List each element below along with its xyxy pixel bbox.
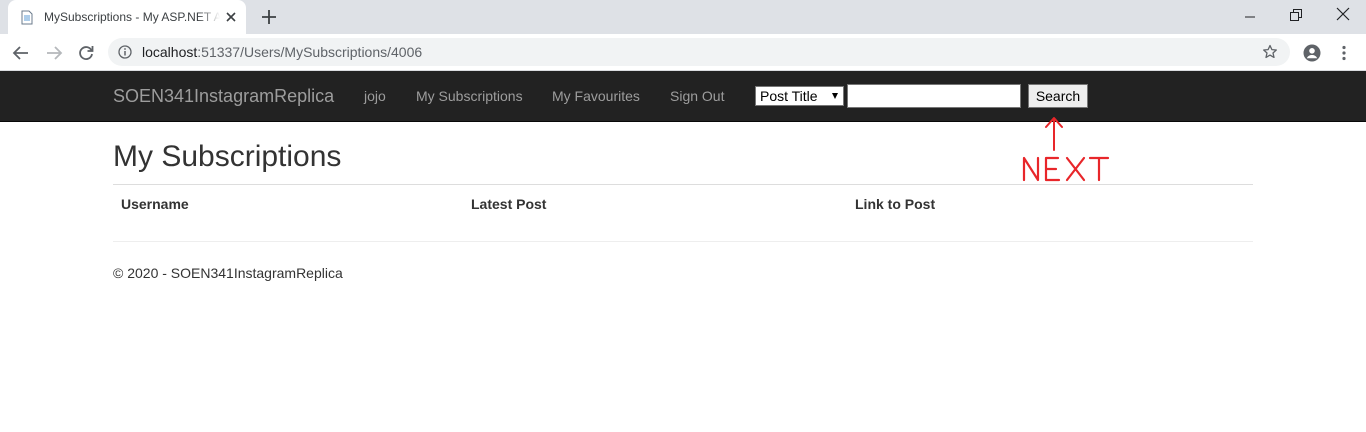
search-input[interactable] [847, 84, 1021, 108]
page-title: My Subscriptions [113, 140, 342, 173]
footer-copyright: © 2020 - SOEN341InstagramReplica [113, 265, 343, 281]
close-icon[interactable] [224, 10, 238, 24]
browser-toolbar: localhost:51337/Users/MySubscriptions/40… [0, 34, 1366, 71]
search-type-value: Post Title [760, 88, 818, 104]
search-button[interactable]: Search [1028, 84, 1088, 108]
page-icon [21, 10, 33, 25]
annotation-arrow-icon [1045, 117, 1063, 151]
column-header-username: Username [121, 196, 189, 212]
kebab-menu-icon[interactable] [1335, 44, 1353, 62]
account-icon[interactable] [1303, 44, 1321, 62]
footer-divider [113, 241, 1253, 242]
browser-tab[interactable]: MySubscriptions - My ASP.NET Application [8, 0, 246, 34]
address-bar[interactable]: localhost:51337/Users/MySubscriptions/40… [108, 38, 1290, 66]
restore-icon[interactable] [1289, 8, 1303, 22]
url-text: localhost:51337/Users/MySubscriptions/40… [142, 44, 422, 60]
info-icon[interactable] [118, 45, 132, 59]
url-host: localhost [142, 44, 198, 60]
nav-link-user[interactable]: jojo [364, 88, 386, 104]
plus-icon[interactable] [260, 8, 278, 26]
reload-icon[interactable] [77, 44, 95, 62]
nav-link-my-favourites[interactable]: My Favourites [552, 88, 640, 104]
tab-title: MySubscriptions - My ASP.NET Application [44, 10, 220, 24]
search-type-select[interactable]: Post Title [755, 86, 844, 106]
browser-tabstrip: MySubscriptions - My ASP.NET Application [0, 0, 1366, 34]
minimize-icon[interactable] [1243, 10, 1257, 24]
back-icon[interactable] [12, 44, 30, 62]
url-path: :51337/Users/MySubscriptions/4006 [197, 44, 423, 60]
site-brand[interactable]: SOEN341InstagramReplica [113, 86, 334, 107]
window-close-icon[interactable] [1336, 7, 1350, 21]
forward-icon[interactable] [45, 44, 63, 62]
star-icon[interactable] [1262, 44, 1278, 60]
column-header-link-to-post: Link to Post [855, 196, 936, 212]
chevron-down-icon [832, 93, 838, 99]
annotation-next-label [1022, 156, 1110, 182]
table-top-border [113, 184, 1253, 185]
site-navbar: SOEN341InstagramReplica jojo My Subscrip… [0, 71, 1366, 122]
column-header-latest-post: Latest Post [471, 196, 547, 212]
nav-link-sign-out[interactable]: Sign Out [670, 88, 724, 104]
nav-link-my-subscriptions[interactable]: My Subscriptions [416, 88, 523, 104]
